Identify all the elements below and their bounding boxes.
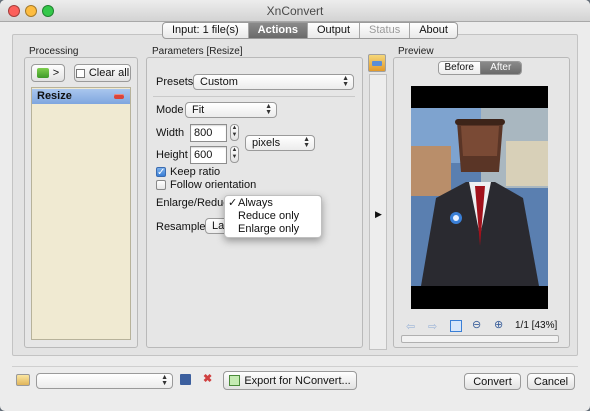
unit-value: pixels bbox=[252, 137, 281, 149]
mode-value: Fit bbox=[192, 104, 205, 116]
tab-after[interactable]: After bbox=[479, 62, 521, 74]
list-item[interactable]: Resize bbox=[32, 89, 130, 104]
previous-arrow-icon[interactable]: ⇦ bbox=[406, 321, 415, 333]
expand-arrow-icon[interactable]: ▶ bbox=[375, 209, 382, 220]
presets-label: Presets bbox=[156, 76, 194, 88]
menu-item-label: Always bbox=[238, 197, 273, 209]
page-zoom-info: 1/1 [43%] bbox=[515, 320, 558, 331]
tab-actions[interactable]: Actions bbox=[248, 23, 308, 38]
delete-icon[interactable]: ✖ bbox=[203, 373, 212, 385]
menu-item-label: Enlarge only bbox=[238, 223, 300, 235]
presets-value: Custom bbox=[200, 76, 238, 88]
mode-label: Mode bbox=[156, 104, 184, 116]
image-toggle-glyph bbox=[372, 61, 382, 66]
remove-item-icon[interactable] bbox=[114, 94, 124, 99]
actions-list: Resize bbox=[31, 87, 131, 340]
splitter-bar[interactable]: ▶ bbox=[369, 74, 387, 350]
width-label: Width bbox=[156, 127, 185, 139]
menu-item-reduce-only[interactable]: Reduce only bbox=[225, 210, 321, 223]
select-arrows-icon: ▲▼ bbox=[342, 75, 349, 88]
image-toggle-icon[interactable] bbox=[368, 54, 386, 72]
tab-before[interactable]: Before bbox=[439, 62, 480, 74]
add-action-button[interactable]: > bbox=[31, 64, 65, 82]
fit-to-window-icon[interactable] bbox=[450, 320, 462, 332]
clear-all-label: Clear all bbox=[88, 67, 130, 79]
tab-status[interactable]: Status bbox=[360, 23, 411, 38]
app-window: XnConvert Input: 1 file(s) Actions Outpu… bbox=[0, 0, 590, 411]
convert-button[interactable]: Convert bbox=[464, 373, 521, 390]
divider bbox=[153, 96, 355, 97]
export-icon bbox=[229, 375, 241, 386]
next-arrow-icon[interactable]: ⇨ bbox=[428, 321, 437, 333]
window-title: XnConvert bbox=[266, 4, 324, 18]
select-arrows-icon: ▲▼ bbox=[303, 136, 310, 149]
unit-select[interactable]: pixels ▲ ▼ bbox=[245, 135, 315, 151]
export-nconvert-button[interactable]: Export for NConvert... bbox=[223, 371, 357, 390]
footer-divider bbox=[12, 366, 578, 367]
preview-scrollbar[interactable] bbox=[401, 335, 559, 343]
title-bar: XnConvert bbox=[0, 0, 590, 22]
keep-ratio-label: Keep ratio bbox=[170, 166, 221, 178]
menu-item-enlarge-only[interactable]: Enlarge only bbox=[225, 223, 321, 236]
height-stepper[interactable]: ▲ ▼ bbox=[230, 146, 239, 163]
follow-orientation-checkbox[interactable] bbox=[156, 180, 166, 190]
preview-image bbox=[411, 86, 548, 309]
zoom-in-icon[interactable]: ⊕ bbox=[494, 319, 503, 331]
width-stepper[interactable]: ▲ ▼ bbox=[230, 124, 239, 141]
menu-item-always[interactable]: ✓ Always bbox=[225, 197, 321, 210]
tab-input[interactable]: Input: 1 file(s) bbox=[163, 23, 249, 38]
keep-ratio-checkbox[interactable]: ✓ bbox=[156, 167, 166, 178]
settings-preset-select[interactable]: ▲ ▼ bbox=[36, 373, 173, 389]
preview-photo bbox=[411, 86, 548, 309]
clear-icon bbox=[75, 68, 85, 78]
mode-select[interactable]: Fit ▲ ▼ bbox=[185, 102, 277, 118]
parameters-title: Parameters [Resize] bbox=[152, 46, 243, 57]
clear-all-button[interactable]: Clear all bbox=[74, 64, 131, 82]
preview-title: Preview bbox=[398, 46, 434, 57]
height-input[interactable]: 600 bbox=[190, 146, 227, 164]
zoom-out-icon[interactable]: ⊖ bbox=[472, 319, 481, 331]
tab-output[interactable]: Output bbox=[308, 23, 361, 38]
processing-title: Processing bbox=[29, 46, 79, 57]
width-input[interactable]: 800 bbox=[190, 124, 227, 142]
resample-label: Resample bbox=[156, 221, 206, 233]
folder-icon[interactable] bbox=[16, 374, 30, 386]
save-icon[interactable] bbox=[180, 374, 191, 385]
select-arrows-icon: ▲▼ bbox=[265, 103, 272, 116]
enlarge-reduce-menu: ✓ Always Reduce only Enlarge only bbox=[224, 195, 322, 238]
menu-item-label: Reduce only bbox=[238, 210, 300, 222]
top-tab-bar: Input: 1 file(s) Actions Output Status A… bbox=[162, 22, 458, 39]
add-action-label: > bbox=[52, 67, 60, 79]
list-item-label: Resize bbox=[37, 90, 72, 102]
presets-select[interactable]: Custom ▲ ▼ bbox=[193, 74, 354, 90]
follow-orientation-label: Follow orientation bbox=[170, 179, 257, 191]
export-label: Export for NConvert... bbox=[244, 374, 351, 387]
cancel-button[interactable]: Cancel bbox=[527, 373, 575, 390]
add-action-icon bbox=[36, 68, 49, 78]
before-after-toggle: Before After bbox=[438, 61, 522, 75]
checkmark-icon: ✓ bbox=[228, 197, 238, 209]
height-label: Height bbox=[156, 149, 188, 161]
tab-about[interactable]: About bbox=[410, 23, 457, 38]
select-arrows-icon: ▲▼ bbox=[161, 374, 168, 387]
